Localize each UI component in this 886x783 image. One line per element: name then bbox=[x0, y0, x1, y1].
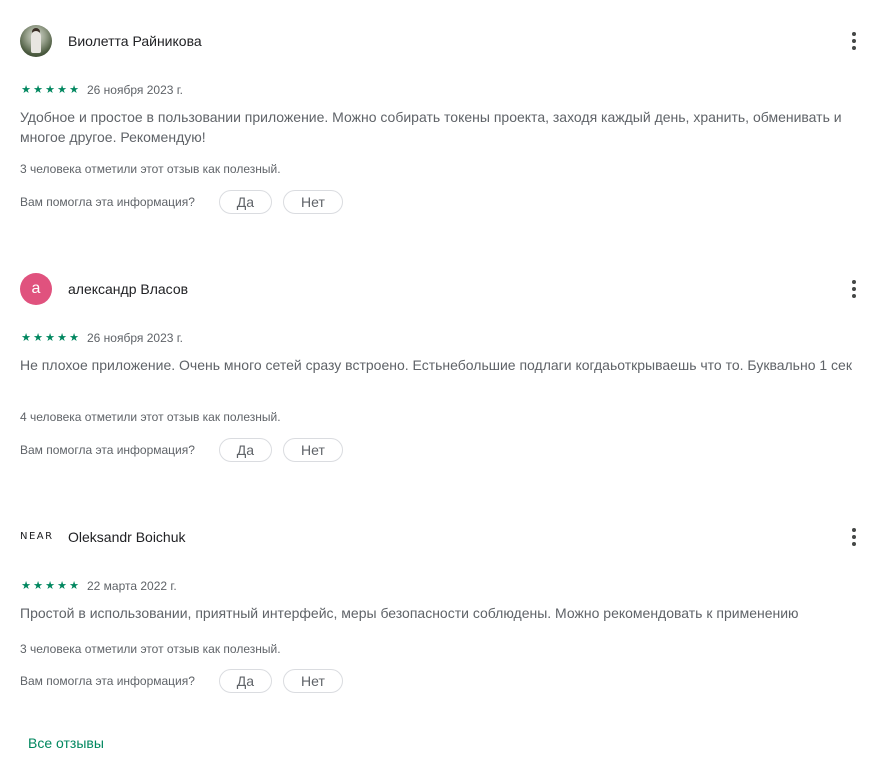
rating-row: ★ ★ ★ ★ ★ 26 ноября 2023 г. bbox=[20, 330, 183, 346]
review-text: Не плохое приложение. Очень много сетей … bbox=[20, 357, 852, 373]
star-rating: ★ ★ ★ ★ ★ bbox=[20, 578, 80, 594]
star-icon: ★ bbox=[69, 331, 79, 344]
review-date: 26 ноября 2023 г. bbox=[87, 331, 183, 345]
helpful-question: Вам помогла эта информация? bbox=[20, 674, 195, 688]
helpful-row: Вам помогла эта информация? Да Нет bbox=[20, 438, 343, 462]
author-name: Oleksandr Boichuk bbox=[68, 529, 186, 545]
star-icon: ★ bbox=[57, 331, 67, 344]
vote-no-button[interactable]: Нет bbox=[282, 669, 343, 693]
star-icon: ★ bbox=[57, 83, 67, 96]
star-icon: ★ bbox=[21, 579, 31, 592]
rating-row: ★ ★ ★ ★ ★ 22 марта 2022 г. bbox=[20, 578, 177, 594]
rating-row: ★ ★ ★ ★ ★ 26 ноября 2023 г. bbox=[20, 82, 183, 98]
more-vert-icon-dot bbox=[852, 39, 856, 43]
avatar-photo-body bbox=[31, 31, 41, 53]
more-options-button[interactable] bbox=[838, 25, 870, 57]
review-date: 22 марта 2022 г. bbox=[87, 579, 177, 593]
reviews-list: Виолетта Райникова ★ ★ ★ ★ ★ 26 ноября 2… bbox=[0, 0, 886, 783]
all-reviews-link[interactable]: Все отзывы bbox=[28, 733, 104, 753]
helpful-row: Вам помогла эта информация? Да Нет bbox=[20, 669, 343, 693]
vote-yes-button[interactable]: Да bbox=[218, 190, 272, 214]
review-text: Простой в использовании, приятный интерф… bbox=[20, 605, 799, 621]
helpful-row: Вам помогла эта информация? Да Нет bbox=[20, 190, 343, 214]
star-icon: ★ bbox=[33, 579, 43, 592]
more-vert-icon bbox=[852, 32, 856, 36]
star-icon: ★ bbox=[33, 83, 43, 96]
avatar: а bbox=[20, 273, 52, 305]
more-vert-icon bbox=[852, 528, 856, 532]
helpful-count: 3 человека отметили этот отзыв как полез… bbox=[20, 162, 281, 176]
author-name: александр Власов bbox=[68, 281, 189, 297]
avatar bbox=[20, 25, 52, 57]
review-header: Виолетта Райникова bbox=[20, 25, 870, 57]
more-options-button[interactable] bbox=[838, 273, 870, 305]
star-icon: ★ bbox=[21, 331, 31, 344]
star-rating: ★ ★ ★ ★ ★ bbox=[20, 82, 80, 98]
review-header: а александр Власов bbox=[20, 273, 870, 305]
near-logo-text: NEAR bbox=[20, 531, 54, 542]
vote-no-button[interactable]: Нет bbox=[282, 438, 343, 462]
review-date: 26 ноября 2023 г. bbox=[87, 83, 183, 97]
review-card: NEAR Oleksandr Boichuk ★ ★ ★ ★ ★ 22 март… bbox=[0, 521, 886, 741]
author-name: Виолетта Райникова bbox=[68, 33, 202, 49]
helpful-question: Вам помогла эта информация? bbox=[20, 443, 195, 457]
vote-yes-button[interactable]: Да bbox=[218, 669, 272, 693]
more-options-button[interactable] bbox=[838, 521, 870, 553]
more-vert-icon-dot bbox=[852, 46, 856, 50]
star-icon: ★ bbox=[33, 331, 43, 344]
star-icon: ★ bbox=[57, 579, 67, 592]
more-vert-icon bbox=[852, 280, 856, 284]
vote-yes-button[interactable]: Да bbox=[218, 438, 272, 462]
more-vert-icon-dot bbox=[852, 542, 856, 546]
star-icon: ★ bbox=[45, 579, 55, 592]
star-rating: ★ ★ ★ ★ ★ bbox=[20, 330, 80, 346]
more-vert-icon-dot bbox=[852, 287, 856, 291]
more-vert-icon-dot bbox=[852, 535, 856, 539]
star-icon: ★ bbox=[45, 331, 55, 344]
helpful-count: 3 человека отметили этот отзыв как полез… bbox=[20, 642, 281, 656]
review-header: NEAR Oleksandr Boichuk bbox=[20, 521, 870, 553]
star-icon: ★ bbox=[45, 83, 55, 96]
review-text: Удобное и простое в пользовании приложен… bbox=[20, 109, 842, 145]
star-icon: ★ bbox=[21, 83, 31, 96]
helpful-count: 4 человека отметили этот отзыв как полез… bbox=[20, 410, 281, 424]
review-card: Виолетта Райникова ★ ★ ★ ★ ★ 26 ноября 2… bbox=[0, 25, 886, 245]
vote-no-button[interactable]: Нет bbox=[282, 190, 343, 214]
star-icon: ★ bbox=[69, 579, 79, 592]
more-vert-icon-dot bbox=[852, 294, 856, 298]
star-icon: ★ bbox=[69, 83, 79, 96]
helpful-question: Вам помогла эта информация? bbox=[20, 195, 195, 209]
review-card: а александр Власов ★ ★ ★ ★ ★ 26 ноября 2… bbox=[0, 273, 886, 493]
avatar: NEAR bbox=[20, 521, 54, 553]
